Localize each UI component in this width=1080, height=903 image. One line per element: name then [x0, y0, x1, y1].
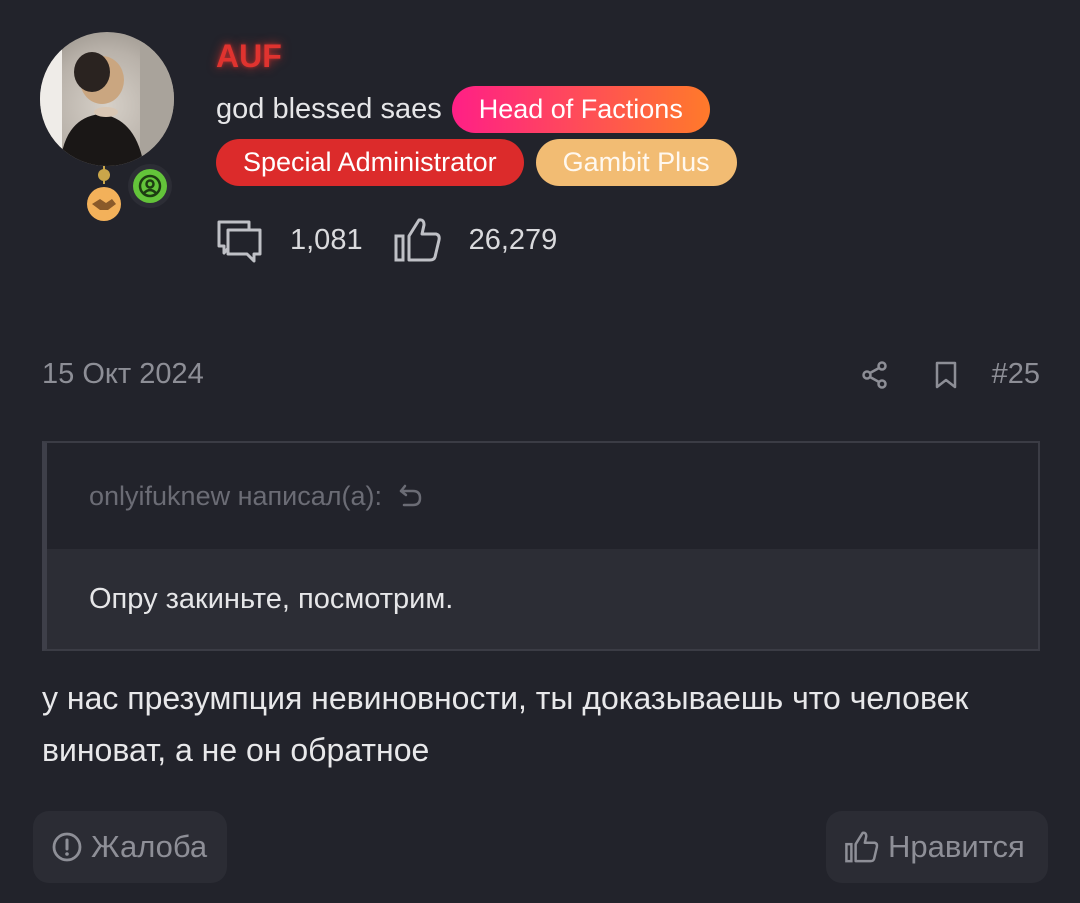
user-title: god blessed saes	[216, 93, 442, 125]
online-status-icon	[128, 164, 172, 208]
quote-block: onlyifuknew написал(а): Опру закиньте, п…	[42, 441, 1040, 651]
messages-icon	[217, 220, 262, 263]
user-stats: 1,081 26,279	[216, 216, 557, 264]
post-date[interactable]: 15 Окт 2024	[42, 358, 204, 391]
like-button[interactable]: Нравится	[826, 811, 1048, 883]
report-label: Жалоба	[91, 829, 208, 864]
bookmark-icon[interactable]	[934, 360, 958, 390]
warning-icon	[52, 832, 82, 862]
jump-to-quote-icon[interactable]	[398, 483, 424, 509]
badge-head-of-factions: Head of Factions	[451, 86, 710, 133]
thumbs-up-icon	[845, 831, 879, 863]
likes-count: 26,279	[468, 223, 558, 256]
post-number[interactable]: #25	[992, 358, 1040, 391]
share-icon[interactable]	[860, 360, 890, 390]
messages-count: 1,081	[290, 223, 363, 256]
badge-gambit-plus: Gambit Plus	[535, 139, 737, 186]
post-body: у нас презумпция невиновности, ты доказы…	[42, 680, 969, 768]
user-title-row: god blessed saes Head of Factions	[216, 86, 710, 133]
quote-text: Опру закиньте, посмотрим.	[47, 549, 1038, 649]
handshake-icon	[84, 166, 124, 222]
badges-row: Special Administrator Gambit Plus	[216, 139, 737, 186]
report-button[interactable]: Жалоба	[33, 811, 227, 883]
quote-author[interactable]: onlyifuknew написал(а):	[89, 481, 382, 512]
forum-post: AUF god blessed saes Head of Factions Sp…	[0, 0, 1080, 903]
like-icon	[394, 218, 441, 262]
post-actions: #25	[860, 358, 1040, 391]
avatar[interactable]	[40, 32, 174, 166]
username[interactable]: AUF	[216, 38, 282, 75]
quote-header: onlyifuknew написал(а):	[47, 443, 1038, 549]
badge-special-administrator: Special Administrator	[216, 139, 524, 186]
avatar-block	[40, 32, 174, 221]
like-label: Нравится	[888, 829, 1025, 864]
